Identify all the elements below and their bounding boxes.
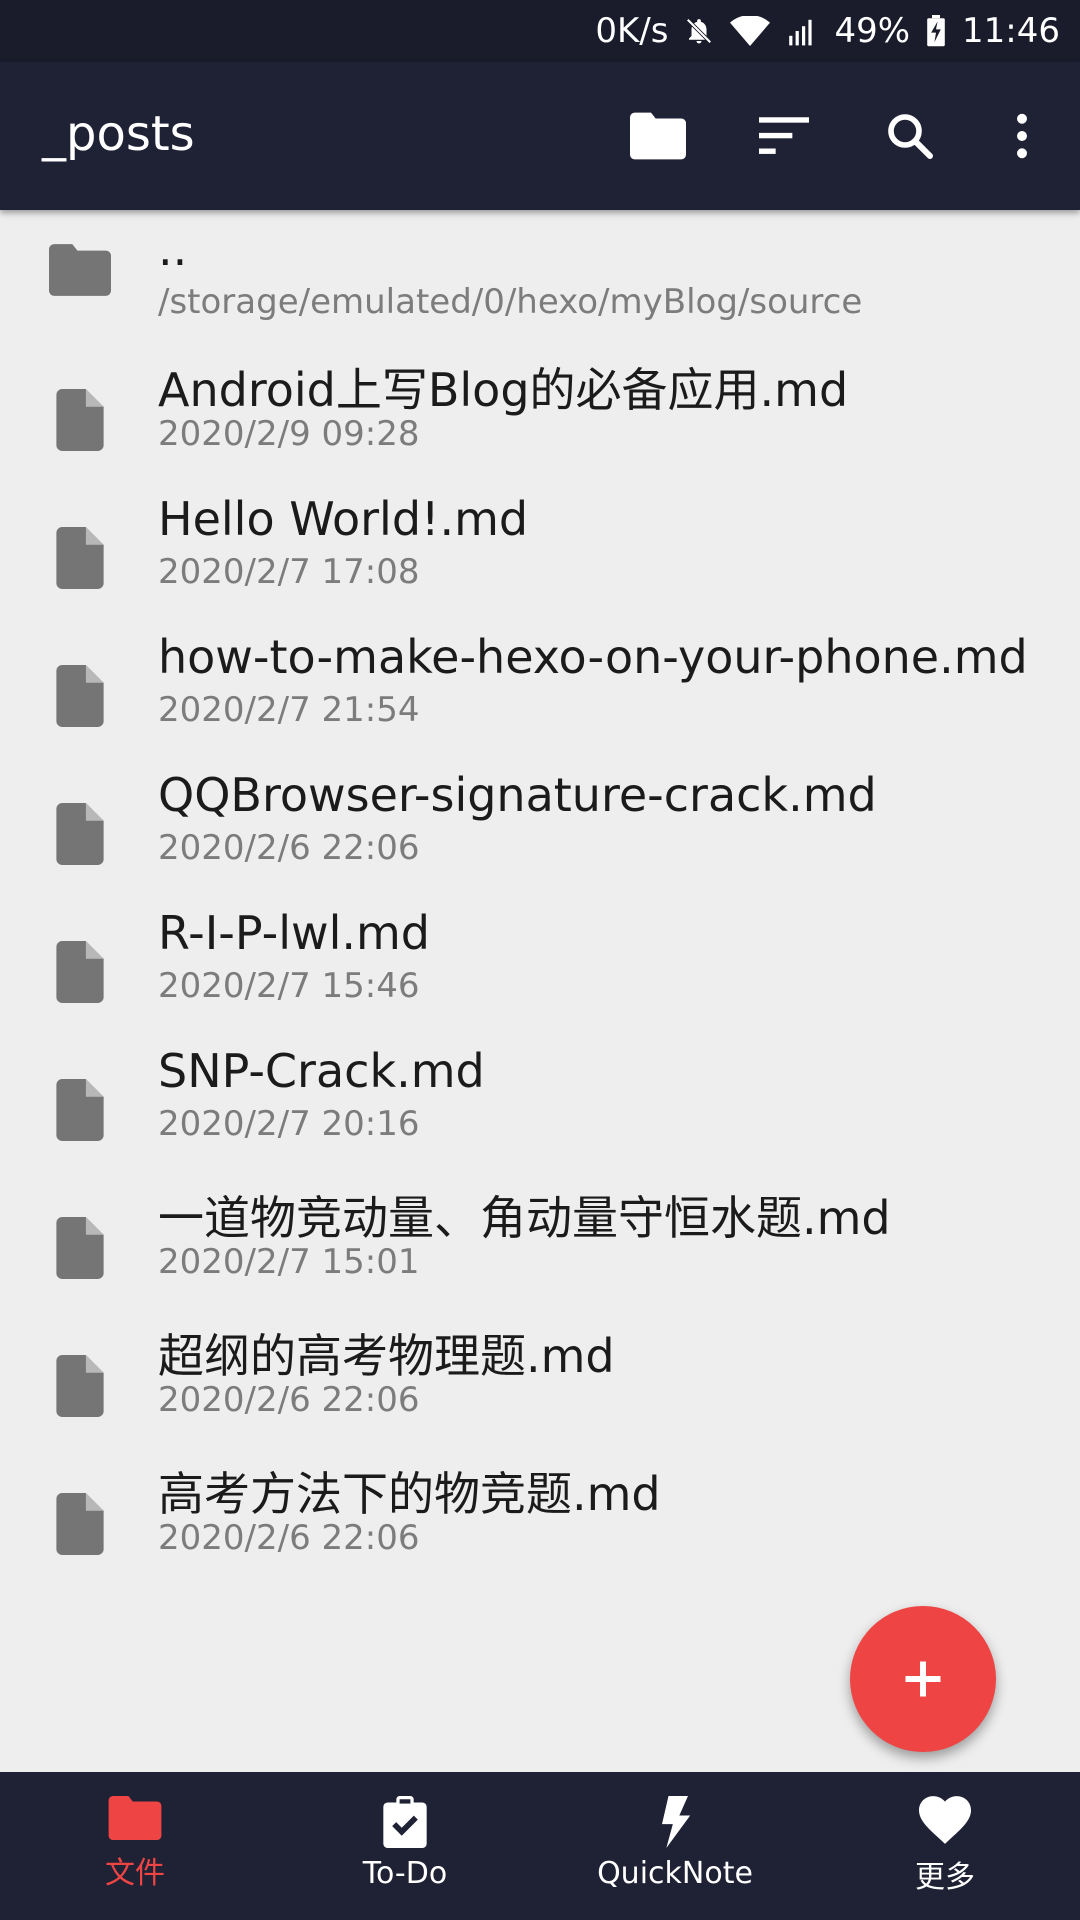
file-icon bbox=[44, 1212, 116, 1284]
search-button[interactable] bbox=[874, 100, 946, 172]
file-date: 2020/2/7 17:08 bbox=[158, 552, 420, 592]
file-date: 2020/2/6 22:06 bbox=[158, 828, 420, 868]
plus-icon bbox=[905, 1661, 941, 1697]
battery-level: 49% bbox=[834, 11, 911, 51]
parent-directory-path: /storage/emulated/0/hexo/myBlog/source bbox=[158, 282, 863, 322]
file-name: SNP-Crack.md bbox=[158, 1044, 485, 1098]
file-date: 2020/2/7 15:01 bbox=[158, 1242, 420, 1282]
file-icon bbox=[44, 1488, 116, 1560]
search-icon bbox=[888, 114, 933, 159]
more-vert-icon bbox=[1017, 113, 1027, 159]
file-date: 2020/2/7 21:54 bbox=[158, 690, 420, 730]
folder-button[interactable] bbox=[622, 100, 694, 172]
file-name: Android上写Blog的必备应用.md bbox=[158, 363, 849, 417]
tab-quicknote[interactable]: QuickNote bbox=[540, 1772, 810, 1920]
mute-bell-icon bbox=[684, 16, 714, 46]
file-date: 2020/2/7 20:16 bbox=[158, 1104, 420, 1144]
file-item[interactable]: SNP-Crack.md 2020/2/7 20:16 bbox=[0, 1026, 1080, 1164]
tab-more[interactable]: 更多 bbox=[810, 1772, 1080, 1920]
file-date: 2020/2/6 22:06 bbox=[158, 1380, 420, 1420]
add-file-fab[interactable] bbox=[850, 1606, 996, 1752]
file-item[interactable]: 一道物竞动量、角动量守恒水题.md 2020/2/7 15:01 bbox=[0, 1164, 1080, 1302]
file-item[interactable]: how-to-make-hexo-on-your-phone.md 2020/2… bbox=[0, 612, 1080, 750]
more-options-button[interactable] bbox=[986, 100, 1058, 172]
sort-button[interactable] bbox=[748, 100, 820, 172]
sort-icon bbox=[759, 117, 809, 154]
file-icon bbox=[44, 660, 116, 732]
file-item[interactable]: R-I-P-lwl.md 2020/2/7 15:46 bbox=[0, 888, 1080, 1026]
file-item[interactable]: Hello World!.md 2020/2/7 17:08 bbox=[0, 474, 1080, 612]
app-bar: _posts bbox=[0, 62, 1080, 210]
file-item[interactable]: 超纲的高考物理题.md 2020/2/6 22:06 bbox=[0, 1302, 1080, 1440]
folder-icon bbox=[108, 1796, 162, 1840]
heart-icon bbox=[919, 1796, 971, 1844]
folder-icon bbox=[44, 234, 116, 306]
file-name: QQBrowser-signature-crack.md bbox=[158, 768, 877, 822]
file-icon bbox=[44, 1074, 116, 1146]
file-item[interactable]: Android上写Blog的必备应用.md 2020/2/9 09:28 bbox=[0, 336, 1080, 474]
lightning-icon bbox=[662, 1796, 691, 1848]
file-name: 高考方法下的物竞题.md bbox=[158, 1467, 661, 1521]
tab-label: 文件 bbox=[105, 1856, 165, 1891]
wifi-icon bbox=[730, 16, 771, 46]
file-icon bbox=[44, 384, 116, 456]
tab-files[interactable]: 文件 bbox=[0, 1772, 270, 1920]
file-list: .. /storage/emulated/0/hexo/myBlog/sourc… bbox=[0, 212, 1080, 1578]
parent-directory-item[interactable]: .. /storage/emulated/0/hexo/myBlog/sourc… bbox=[0, 212, 1080, 336]
folder-icon bbox=[630, 112, 686, 160]
tab-label: To-Do bbox=[362, 1856, 448, 1891]
file-date: 2020/2/6 22:06 bbox=[158, 1518, 420, 1558]
clock: 11:46 bbox=[962, 11, 1060, 51]
battery-charging-icon bbox=[926, 15, 946, 47]
file-name: how-to-make-hexo-on-your-phone.md bbox=[158, 630, 1028, 684]
signal-icon bbox=[786, 16, 818, 46]
bottom-navigation: 文件 To-Do QuickNote 更多 bbox=[0, 1772, 1080, 1920]
file-date: 2020/2/7 15:46 bbox=[158, 966, 420, 1006]
tab-label: 更多 bbox=[915, 1860, 975, 1895]
parent-directory-name: .. bbox=[158, 222, 188, 276]
tab-label: QuickNote bbox=[597, 1856, 753, 1891]
file-icon bbox=[44, 798, 116, 870]
tab-todo[interactable]: To-Do bbox=[270, 1772, 540, 1920]
file-name: Hello World!.md bbox=[158, 492, 529, 546]
status-bar: 0K/s 49% 11:46 bbox=[0, 0, 1080, 62]
file-item[interactable]: QQBrowser-signature-crack.md 2020/2/6 22… bbox=[0, 750, 1080, 888]
file-icon bbox=[44, 522, 116, 594]
file-name: R-I-P-lwl.md bbox=[158, 906, 431, 960]
file-date: 2020/2/9 09:28 bbox=[158, 414, 420, 454]
net-speed: 0K/s bbox=[595, 11, 669, 51]
file-name: 一道物竞动量、角动量守恒水题.md bbox=[158, 1191, 891, 1245]
file-icon bbox=[44, 936, 116, 1008]
page-title: _posts bbox=[42, 106, 195, 162]
clipboard-check-icon bbox=[383, 1796, 427, 1848]
file-icon bbox=[44, 1350, 116, 1422]
file-name: 超纲的高考物理题.md bbox=[158, 1329, 615, 1383]
file-item[interactable]: 高考方法下的物竞题.md 2020/2/6 22:06 bbox=[0, 1440, 1080, 1578]
